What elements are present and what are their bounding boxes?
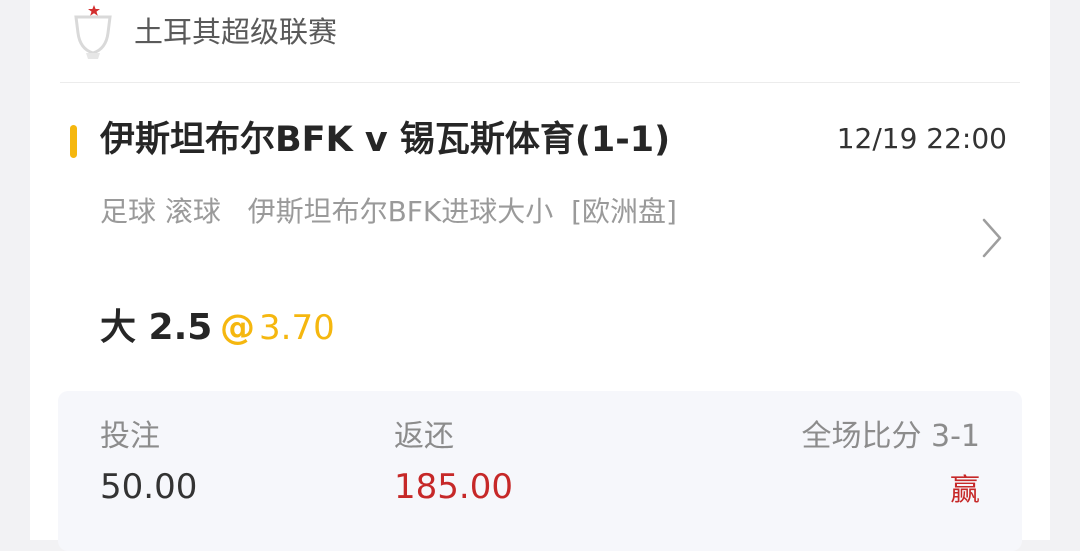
bet-selection: 大 2.5 [100, 307, 213, 348]
league-header: 土耳其超级联赛 [30, 0, 1050, 82]
stake-label: 投注 [100, 419, 160, 454]
result-badge: 赢 [950, 473, 980, 508]
bet-record-card[interactable]: 土耳其超级联赛 伊斯坦布尔BFK v 锡瓦斯体育(1-1) 12/19 22:0… [30, 0, 1050, 551]
bet-odds: 3.70 [259, 308, 335, 348]
match-datetime: 12/19 22:00 [836, 122, 1007, 155]
trophy-icon [74, 5, 112, 59]
odds-prefix: @ [220, 308, 255, 348]
bet-description: 足球 滚球 伊斯坦布尔BFK进球大小 [欧洲盘] [100, 195, 677, 228]
bet-summary: 投注 50.00 返还 185.00 全场比分 3-1 赢 [58, 391, 1022, 551]
stake-value: 50.00 [100, 467, 198, 507]
chevron-right-icon[interactable] [979, 216, 1005, 260]
match-title: 伊斯坦布尔BFK v 锡瓦斯体育(1-1) [100, 120, 671, 160]
return-value: 185.00 [394, 467, 513, 507]
league-name: 土耳其超级联赛 [134, 15, 338, 49]
match-accent-bar [70, 125, 77, 158]
full-time-score: 全场比分 3-1 [801, 419, 980, 454]
return-label: 返还 [394, 419, 454, 454]
divider [60, 82, 1020, 83]
